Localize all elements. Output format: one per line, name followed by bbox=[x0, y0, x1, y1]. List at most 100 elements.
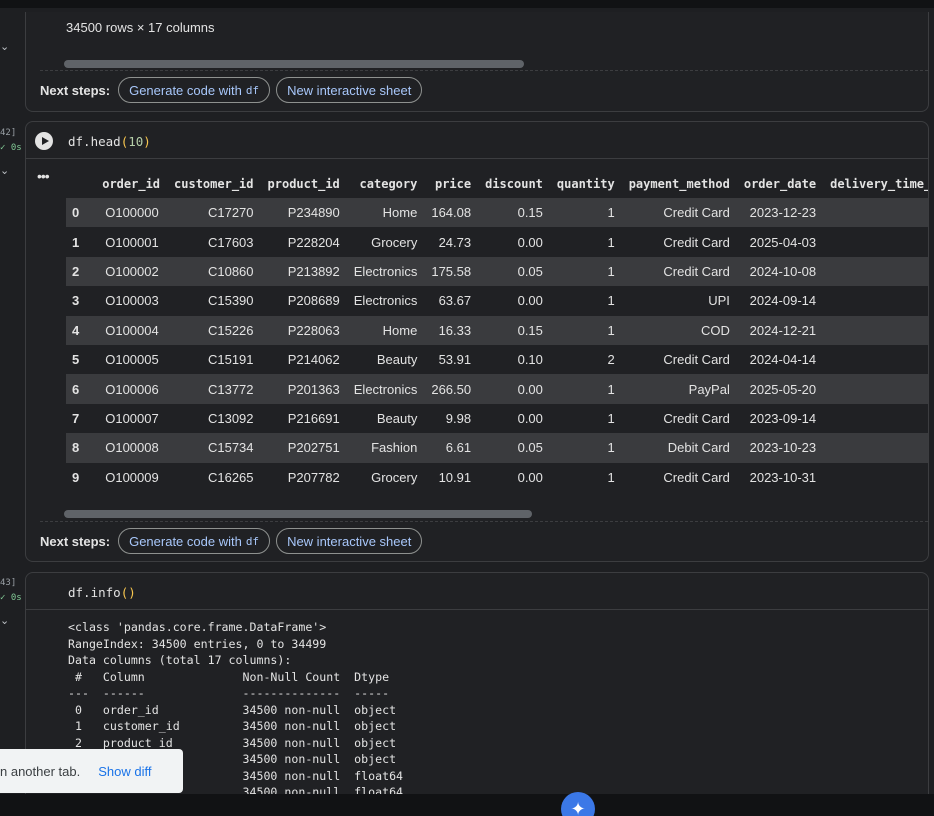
table-cell bbox=[823, 286, 928, 315]
table-cell: Credit Card bbox=[621, 256, 737, 287]
info-output-line: <class 'pandas.core.frame.DataFrame'> bbox=[68, 620, 327, 634]
table-cell: 175.58 bbox=[424, 256, 479, 287]
generate-code-var: df bbox=[245, 83, 260, 97]
table-cell bbox=[823, 374, 928, 404]
table-cell: 2023-09-14 bbox=[749, 410, 817, 426]
index-header bbox=[66, 170, 95, 198]
table-cell: 1 bbox=[549, 433, 622, 463]
table-cell: 0 bbox=[66, 198, 96, 228]
new-interactive-sheet-button[interactable]: New interactive sheet bbox=[276, 77, 423, 103]
generate-code-label: Generate code with bbox=[129, 82, 242, 98]
table-cell: P214062 bbox=[287, 352, 340, 368]
table-cell: C13092 bbox=[207, 410, 254, 426]
table-cell: P228204 bbox=[287, 234, 340, 250]
generate-code-button[interactable]: Generate code with df bbox=[118, 528, 271, 554]
table-cell bbox=[823, 404, 928, 433]
table-row: 5 O100005 C15191 P214062 Beauty 53.91 0.10 2 Cre… bbox=[66, 345, 928, 374]
table-cell: Credit Card bbox=[663, 410, 730, 426]
divider bbox=[40, 70, 928, 71]
table-cell: 1 bbox=[549, 315, 622, 345]
next-steps-label: Next steps: bbox=[40, 533, 111, 549]
table-cell: P202751 bbox=[260, 433, 347, 463]
table-cell: 0.00 bbox=[517, 410, 543, 426]
table-cell: Electronics bbox=[353, 293, 418, 309]
column-header-payment_method: payment_method bbox=[628, 177, 730, 191]
table-cell: 2024-12-21 bbox=[736, 315, 824, 345]
horizontal-scrollbar[interactable] bbox=[64, 60, 524, 68]
output-actions-more-icon[interactable]: ••• bbox=[37, 168, 50, 184]
table-cell: P228063 bbox=[260, 315, 347, 345]
table-cell: 2024-04-14 bbox=[749, 352, 817, 368]
table-cell: 2025-05-20 bbox=[736, 374, 824, 404]
table-cell: 2 bbox=[607, 352, 615, 368]
table-cell: P216691 bbox=[287, 410, 340, 426]
new-interactive-sheet-button[interactable]: New interactive sheet bbox=[276, 528, 423, 554]
code-editor[interactable]: df.info() bbox=[26, 573, 928, 610]
table-row: 0 O100000 C17270 P234890 Home 164.08 0.15 1 Cred… bbox=[66, 198, 928, 228]
table-cell: P208689 bbox=[287, 293, 340, 309]
table-cell: 5 bbox=[72, 352, 80, 368]
table-cell: 1 bbox=[607, 410, 615, 426]
table-cell bbox=[823, 256, 928, 287]
collapse-cell-chevron-icon[interactable]: ⌄ bbox=[0, 614, 9, 627]
show-diff-button[interactable]: Show diff bbox=[98, 764, 151, 779]
table-cell: 6.61 bbox=[424, 433, 479, 463]
info-output-line: RangeIndex: 34500 entries, 0 to 34499 bbox=[68, 636, 327, 651]
column-header-order_id: order_id bbox=[102, 177, 161, 191]
column-header-category: category bbox=[359, 177, 418, 191]
collapse-output-chevron-icon[interactable]: ⌄ bbox=[0, 40, 9, 53]
generate-code-label: Generate code with bbox=[129, 533, 242, 549]
exec-time-42: ✓ 0s bbox=[0, 143, 22, 153]
table-cell: Credit Card bbox=[663, 469, 730, 485]
table-cell: P201363 bbox=[260, 374, 347, 404]
table-cell: Electronics bbox=[346, 256, 425, 287]
table-cell bbox=[823, 433, 928, 463]
table-cell: 1 bbox=[549, 374, 622, 404]
table-cell: 63.67 bbox=[438, 293, 472, 309]
collapse-cell-chevron-icon[interactable]: ⌄ bbox=[0, 164, 9, 177]
table-cell: 8 bbox=[66, 433, 96, 463]
table-cell: C15734 bbox=[167, 433, 261, 463]
horizontal-scrollbar[interactable] bbox=[64, 510, 532, 518]
table-cell: Grocery bbox=[371, 469, 418, 485]
table-cell: 7 bbox=[72, 410, 80, 426]
table-cell: 4 bbox=[66, 315, 96, 345]
column-header-order_date: order_date bbox=[743, 177, 817, 191]
table-cell: 1 bbox=[549, 198, 622, 228]
table-cell: 16.33 bbox=[424, 315, 479, 345]
table-cell: 1 bbox=[72, 234, 80, 250]
table-row: 3 O100003 C15390 P208689 Electronics 63.67 0.0… bbox=[66, 286, 928, 315]
table-cell: P207782 bbox=[287, 469, 340, 485]
code-text: df.head(10) bbox=[68, 134, 151, 149]
table-cell: O100008 bbox=[95, 433, 168, 463]
run-cell-button[interactable] bbox=[35, 132, 53, 150]
toast-message: n another tab. bbox=[0, 763, 81, 779]
table-cell: O100009 bbox=[105, 469, 159, 485]
play-icon bbox=[41, 137, 49, 145]
exec-count-43: 43] bbox=[0, 578, 17, 588]
dataframe-table: order_id customer_id product_id category pri… bbox=[66, 170, 928, 492]
column-header-delivery_time_da: delivery_time_da bbox=[830, 177, 928, 191]
table-cell: P213892 bbox=[260, 256, 347, 287]
code-cell-head: df.head(10) ••• order_id customer_id produ… bbox=[25, 121, 929, 562]
next-steps-label: Next steps: bbox=[40, 82, 111, 98]
sparkle-icon: ✦ bbox=[570, 798, 586, 816]
table-cell: Beauty bbox=[376, 352, 418, 368]
table-cell: O100005 bbox=[105, 352, 159, 368]
code-editor[interactable]: df.head(10) bbox=[26, 122, 928, 159]
table-cell bbox=[823, 227, 928, 256]
table-cell: 0.15 bbox=[478, 198, 550, 228]
divider bbox=[40, 521, 928, 522]
toast-notification: n another tab. Show diff bbox=[0, 749, 183, 793]
bottom-bar bbox=[0, 794, 934, 816]
generate-code-button[interactable]: Generate code with df bbox=[118, 77, 271, 103]
table-cell bbox=[823, 345, 928, 374]
info-output-line: 1 customer_id 34500 non-null object bbox=[68, 719, 404, 733]
table-cell: 0.00 bbox=[517, 234, 543, 250]
table-cell: 1 bbox=[549, 256, 622, 287]
table-cell: Credit Card bbox=[663, 352, 730, 368]
table-cell: 0.15 bbox=[478, 315, 550, 345]
table-cell: PayPal bbox=[621, 374, 737, 404]
exec-time-43: ✓ 0s bbox=[0, 593, 22, 603]
table-row: 8 O100008 C15734 P202751 Fashion 6.61 0.05 1 Deb… bbox=[66, 433, 928, 463]
